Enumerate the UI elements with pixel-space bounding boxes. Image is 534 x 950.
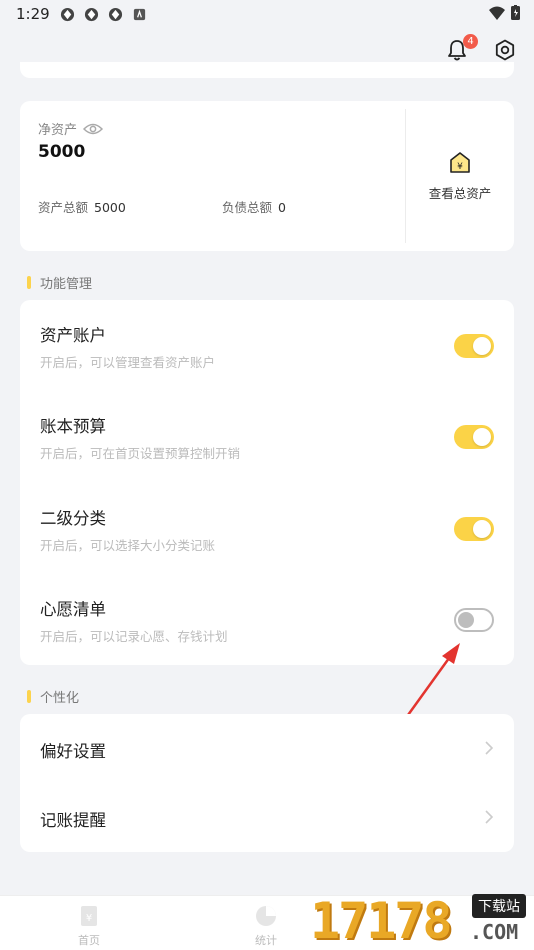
features-section-title: 功能管理 xyxy=(27,273,92,292)
notification-badge: 4 xyxy=(463,34,478,49)
net-asset-label: 净资产 xyxy=(38,123,78,138)
battery-icon xyxy=(511,5,520,20)
status-right xyxy=(489,5,520,20)
reminder-title: 记账提醒 xyxy=(40,811,106,830)
feature-desc: 开启后，可以选择大小分类记账 xyxy=(40,538,216,553)
total-debt-label: 负债总额 xyxy=(222,200,273,215)
tab-home-label: 首页 xyxy=(78,934,100,947)
watermark-number: 17178 xyxy=(310,892,453,950)
previous-card-edge xyxy=(20,62,514,78)
preferences-title: 偏好设置 xyxy=(40,742,106,761)
pie-chart-icon xyxy=(256,906,276,926)
total-debt: 负债总额 0 xyxy=(222,197,286,216)
toggle-knob xyxy=(473,428,491,446)
personal-panel: 偏好设置 记账提醒 xyxy=(20,714,514,852)
chevron-right-icon xyxy=(485,741,494,755)
subcategory-toggle[interactable] xyxy=(454,517,494,541)
feature-desc: 开启后，可以记录心愿、存钱计划 xyxy=(40,629,228,644)
total-assets: 资产总额 5000 xyxy=(38,197,126,216)
personal-section-title: 个性化 xyxy=(27,687,79,706)
chevron-right-icon xyxy=(485,810,494,824)
toggle-knob xyxy=(473,520,491,538)
preferences-row[interactable]: 偏好设置 xyxy=(20,714,514,784)
feature-title: 心愿清单 xyxy=(40,600,106,619)
feature-row-subcategory: 二级分类 开启后，可以选择大小分类记账 xyxy=(20,483,514,573)
site-watermark: 17178 下载站 .COM xyxy=(310,888,534,950)
notification-button[interactable]: 4 xyxy=(446,34,478,62)
app-notification-icon xyxy=(60,7,74,21)
feature-desc: 开启后，可以管理查看资产账户 xyxy=(40,355,216,370)
wishlist-toggle[interactable] xyxy=(454,608,494,632)
total-debt-value: 0 xyxy=(278,200,286,215)
feature-title: 账本预算 xyxy=(40,417,106,436)
tab-statistics-label: 统计 xyxy=(255,934,277,947)
app-notification-icon xyxy=(108,7,122,21)
feature-row-asset-account: 资产账户 开启后，可以管理查看资产账户 xyxy=(20,300,514,390)
feature-desc: 开启后，可在首页设置预算控制开销 xyxy=(40,446,241,461)
svg-text:¥: ¥ xyxy=(86,913,92,924)
status-time: 1:29 xyxy=(16,5,50,23)
view-total-assets-button[interactable]: ¥ 查看总资产 xyxy=(406,101,514,251)
feature-row-budget: 账本预算 开启后，可在首页设置预算控制开销 xyxy=(20,391,514,481)
svg-text:¥: ¥ xyxy=(457,162,463,172)
status-bar: 1:29 xyxy=(0,0,534,28)
tab-statistics[interactable]: 统计 xyxy=(236,904,296,948)
toggle-knob xyxy=(473,337,491,355)
net-asset-value: 5000 xyxy=(38,142,86,162)
keyboard-notification-icon xyxy=(133,8,145,20)
view-total-assets-label: 查看总资产 xyxy=(428,185,492,201)
wallet-house-icon: ¥ xyxy=(450,151,470,173)
reminder-row[interactable]: 记账提醒 xyxy=(20,783,514,853)
top-actions: 4 xyxy=(446,34,516,62)
ledger-icon: ¥ xyxy=(81,906,97,926)
watermark-site: 下载站 xyxy=(472,894,526,918)
features-panel: 资产账户 开启后，可以管理查看资产账户 账本预算 开启后，可在首页设置预算控制开… xyxy=(20,300,514,665)
feature-title: 资产账户 xyxy=(40,326,106,345)
app-notification-icon xyxy=(84,7,98,21)
feature-title: 二级分类 xyxy=(40,509,106,528)
toggle-knob xyxy=(458,612,474,628)
asset-account-toggle[interactable] xyxy=(454,334,494,358)
tab-home[interactable]: ¥ 首页 xyxy=(59,904,119,948)
total-assets-value: 5000 xyxy=(94,200,126,215)
total-assets-label: 资产总额 xyxy=(38,200,89,215)
wifi-icon xyxy=(489,6,505,20)
net-asset-label-group: 净资产 xyxy=(38,119,104,138)
asset-summary-card: 净资产 5000 资产总额 5000 负债总额 0 ¥ 查看总资产 xyxy=(20,101,514,251)
watermark-domain: .COM xyxy=(470,920,519,944)
settings-gear-icon[interactable] xyxy=(494,39,516,61)
budget-toggle[interactable] xyxy=(454,425,494,449)
eye-icon[interactable] xyxy=(83,122,104,136)
